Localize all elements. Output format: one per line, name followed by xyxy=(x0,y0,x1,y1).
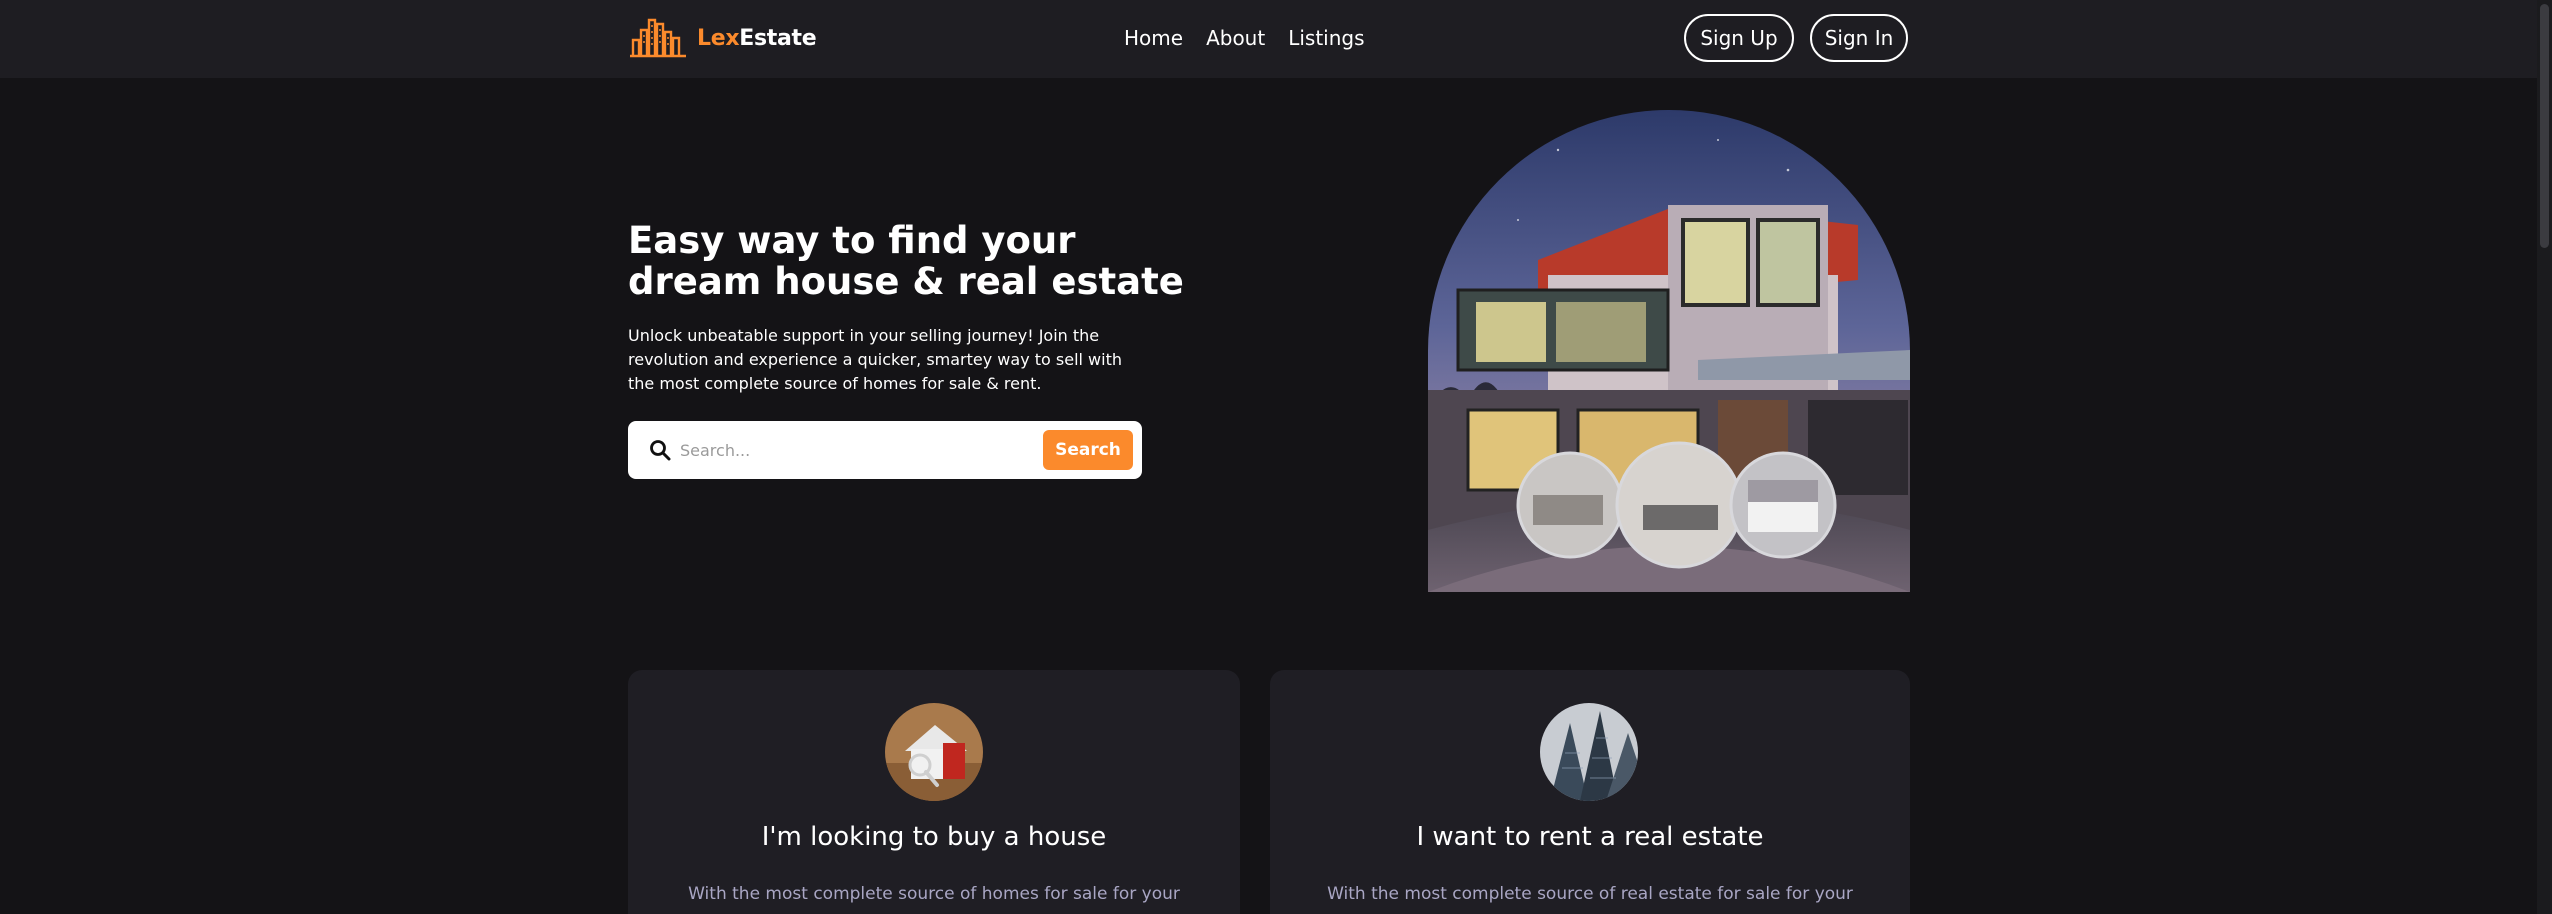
scrollbar-thumb[interactable] xyxy=(2540,4,2549,248)
nav-link-about[interactable]: About xyxy=(1206,24,1265,52)
search-button[interactable]: Search xyxy=(1043,430,1133,470)
nav-links: Home About Listings xyxy=(1124,24,1365,52)
search-input[interactable] xyxy=(680,430,1040,470)
house-model-image xyxy=(885,703,983,801)
sign-in-button[interactable]: Sign In xyxy=(1810,14,1908,62)
rent-card-title: I want to rent a real estate xyxy=(1416,822,1764,852)
buy-card[interactable]: I'm looking to buy a house With the most… xyxy=(628,670,1240,914)
buildings-icon xyxy=(630,18,686,58)
hero-title: Easy way to find your dream house & real… xyxy=(628,219,1184,303)
skyscrapers-image xyxy=(1540,703,1638,801)
rent-card-text: With the most complete source of real es… xyxy=(1327,884,1853,904)
navbar: LexEstate Home About Listings Sign Up Si… xyxy=(0,0,2537,78)
brand-name: LexEstate xyxy=(697,25,817,51)
hero-house-image xyxy=(1428,110,1910,592)
nav-link-listings[interactable]: Listings xyxy=(1288,24,1364,52)
nav-link-home[interactable]: Home xyxy=(1124,24,1183,52)
page-scrollbar[interactable] xyxy=(2537,0,2552,914)
buy-card-text: With the most complete source of homes f… xyxy=(688,884,1180,904)
sign-up-button[interactable]: Sign Up xyxy=(1684,14,1794,62)
search-bar: Search xyxy=(628,421,1142,479)
logo[interactable]: LexEstate xyxy=(629,18,817,58)
search-icon xyxy=(650,440,671,461)
buy-card-title: I'm looking to buy a house xyxy=(761,822,1107,852)
brand-name-estate: Estate xyxy=(739,25,817,51)
rent-card[interactable]: I want to rent a real estate With the mo… xyxy=(1270,670,1910,914)
brand-name-lex: Lex xyxy=(697,25,740,51)
hero-description: Unlock unbeatable support in your sellin… xyxy=(628,326,1122,393)
